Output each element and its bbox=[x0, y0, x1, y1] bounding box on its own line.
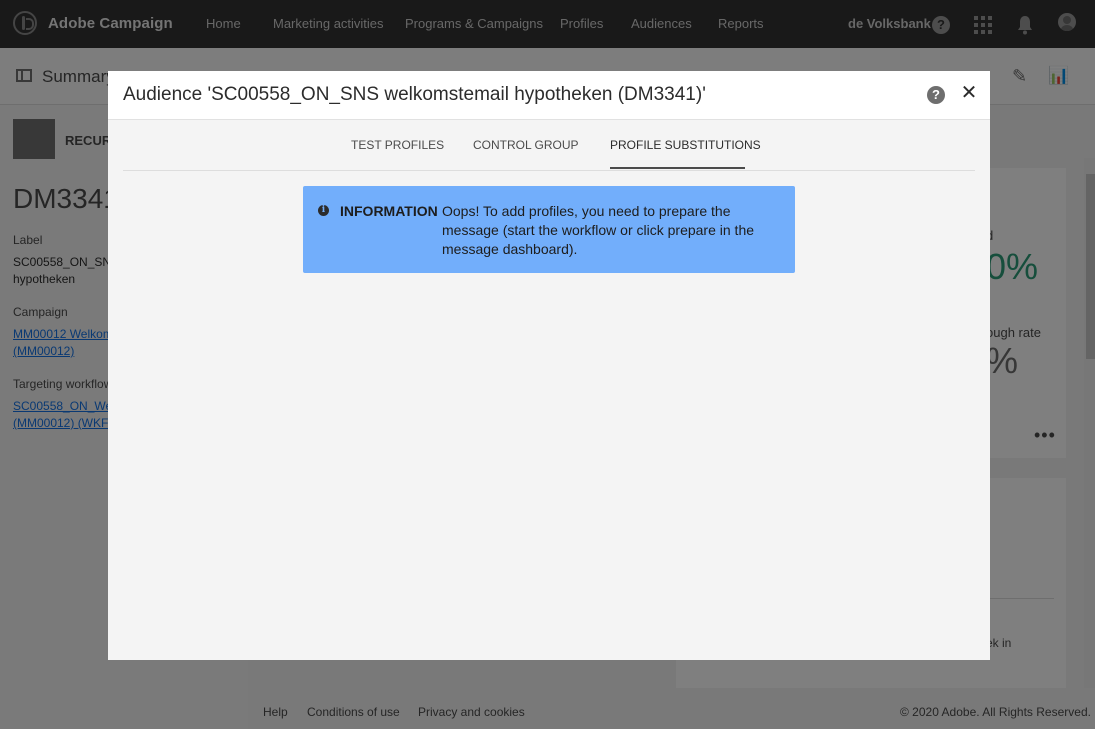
dialog-title: Audience 'SC00558_ON_SNS welkomstemail h… bbox=[123, 84, 706, 105]
information-banner: i INFORMATION Oops! To add profiles, you… bbox=[303, 186, 795, 273]
info-title: INFORMATION bbox=[340, 203, 438, 219]
audience-dialog: Audience 'SC00558_ON_SNS welkomstemail h… bbox=[108, 71, 990, 660]
tab-test-profiles[interactable]: TEST PROFILES bbox=[351, 138, 444, 152]
help-icon[interactable]: ? bbox=[927, 86, 945, 104]
info-icon: i bbox=[318, 205, 329, 216]
tab-profile-substitutions[interactable]: PROFILE SUBSTITUTIONS bbox=[610, 138, 761, 152]
tab-control-group[interactable]: CONTROL GROUP bbox=[473, 138, 579, 152]
dialog-tabs: TEST PROFILES CONTROL GROUP PROFILE SUBS… bbox=[123, 120, 975, 171]
active-tab-indicator bbox=[610, 167, 745, 169]
info-message: Oops! To add profiles, you need to prepa… bbox=[442, 203, 755, 257]
close-icon[interactable]: ✕ bbox=[960, 82, 978, 104]
dialog-header: Audience 'SC00558_ON_SNS welkomstemail h… bbox=[108, 71, 990, 120]
